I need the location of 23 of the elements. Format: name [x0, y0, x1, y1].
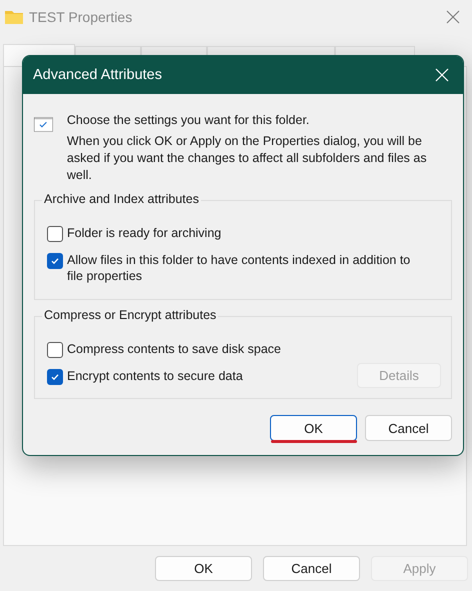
dialog-button[interactable]: Cancel [365, 415, 452, 441]
checkbox-label: Allow files in this folder to have contents indexed in addition to file properties [67, 252, 412, 284]
window-title: TEST Properties [29, 9, 134, 25]
checkbox[interactable] [47, 369, 63, 385]
checkbox[interactable] [47, 342, 63, 358]
dialog-button[interactable]: Cancel [263, 556, 360, 581]
checkbox-label: Encrypt contents to secure data [67, 368, 244, 384]
checkmark-icon [50, 372, 60, 382]
intro-text: Choose the settings you want for this folder. [66, 112, 310, 129]
checkbox-label: Compress contents to save disk space [67, 341, 282, 357]
note-text: When you click OK or Apply on the Properties dialog, you will be asked if you want the changes to affect all subfolders and files as well. [66, 133, 428, 184]
group-title: Compress or Encrypt attributes [42, 308, 218, 322]
close-icon [446, 10, 460, 24]
close-icon [435, 68, 449, 82]
dialog-button[interactable]: OK [155, 556, 252, 581]
dialog-button[interactable]: OK [270, 415, 357, 441]
folder-icon [5, 10, 23, 24]
checkbox-label: Folder is ready for archiving [67, 225, 222, 241]
checkbox[interactable] [47, 253, 63, 269]
group-title: Archive and Index attributes [42, 192, 201, 206]
checkbox[interactable] [47, 226, 63, 242]
checkmark-icon [50, 256, 60, 266]
dialog-title: Advanced Attributes [33, 67, 163, 83]
